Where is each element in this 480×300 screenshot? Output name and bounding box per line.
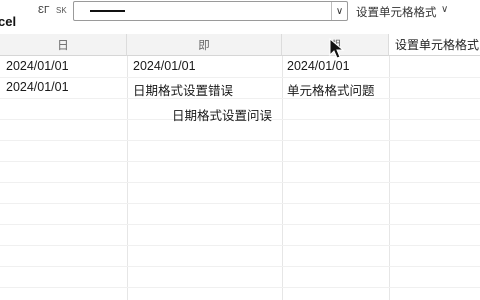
table-cell[interactable]: 日期格式设置错误 bbox=[133, 80, 233, 99]
table-cell[interactable]: 2024/01/01 bbox=[6, 80, 69, 94]
table-cell[interactable]: 2024/01/01 bbox=[6, 59, 69, 73]
row-divider bbox=[0, 203, 480, 204]
toolbar: cel ƐГ SK ∨ 设置单元格格式 ∨ bbox=[0, 0, 480, 34]
row-divider bbox=[0, 287, 480, 288]
column-header[interactable]: 设置单元格格式 bbox=[389, 34, 480, 56]
column-divider bbox=[127, 56, 128, 300]
chevron-down-icon: ∨ bbox=[335, 5, 344, 17]
column-header[interactable]: 即 bbox=[127, 34, 282, 56]
row-divider bbox=[0, 77, 480, 78]
column-header[interactable]: 日 bbox=[0, 34, 127, 56]
table-cell[interactable]: 单元格格式问题 bbox=[287, 80, 375, 99]
column-divider bbox=[389, 56, 390, 300]
column-divider bbox=[282, 56, 283, 300]
format-cells-button[interactable]: 设置单元格格式 bbox=[356, 4, 437, 20]
format-painter-icon[interactable]: ƐГ bbox=[38, 5, 49, 16]
row-divider bbox=[0, 98, 480, 99]
spreadsheet-grid: 日 即 期 设置单元格格式 2024/01/01 2024/01/01 2024… bbox=[0, 34, 480, 300]
row-divider bbox=[0, 266, 480, 267]
row-divider bbox=[0, 161, 480, 162]
shortcut-icon[interactable]: SK bbox=[56, 6, 67, 15]
row-divider bbox=[0, 245, 480, 246]
row-divider bbox=[0, 182, 480, 183]
mouse-cursor-icon bbox=[329, 38, 345, 59]
line-style-preview bbox=[90, 10, 125, 12]
row-divider bbox=[0, 224, 480, 225]
app-title: cel bbox=[0, 14, 17, 29]
dropdown-button[interactable]: ∨ bbox=[331, 2, 347, 20]
row-divider bbox=[0, 140, 480, 141]
chevron-down-icon[interactable]: ∨ bbox=[441, 4, 448, 15]
line-style-dropdown[interactable]: ∨ bbox=[73, 1, 348, 21]
table-cell[interactable]: 2024/01/01 bbox=[133, 59, 196, 73]
table-cell[interactable]: 2024/01/01 bbox=[287, 59, 350, 73]
table-cell[interactable]: 日期格式设置问误 bbox=[172, 105, 272, 124]
